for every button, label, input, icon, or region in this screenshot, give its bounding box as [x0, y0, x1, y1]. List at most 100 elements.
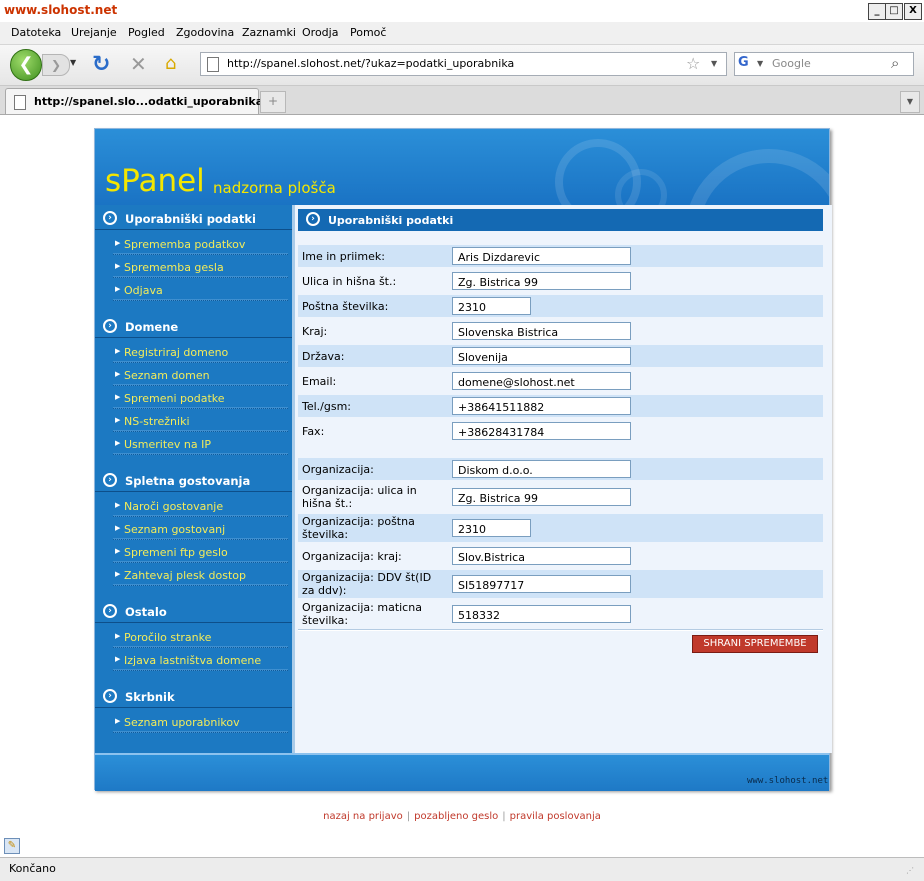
menu-item-urejanje[interactable]: Urejanje: [71, 26, 117, 39]
fax-input[interactable]: +38628431784: [452, 422, 631, 440]
field-label: Organizacija: DDV št(ID za ddv):: [302, 571, 432, 597]
minimize-button[interactable]: _: [868, 3, 886, 20]
sidebar-link-sprememba-podatkov[interactable]: ▶ Sprememba podatkov: [95, 233, 292, 255]
link-label[interactable]: Seznam domen: [124, 369, 210, 382]
form-row-organization: Organizacija: Diskom d.o.o.: [298, 458, 823, 480]
sidebar-link-seznam-domen[interactable]: ▶ Seznam domen: [95, 364, 292, 386]
bookmark-star-icon[interactable]: ☆: [686, 54, 700, 73]
link-label[interactable]: Spremeni ftp geslo: [124, 546, 228, 559]
sidebar-link-spremeni-podatke[interactable]: ▶ Spremeni podatke: [95, 387, 292, 409]
home-icon[interactable]: ⌂: [165, 53, 176, 74]
sidebar-link-naroci-gostovanje[interactable]: ▶ Naroči gostovanje: [95, 495, 292, 517]
link-forgot-password[interactable]: pozabljeno geslo: [414, 811, 498, 822]
close-window-button[interactable]: X: [904, 3, 922, 20]
new-tab-icon[interactable]: +: [260, 91, 286, 113]
link-label[interactable]: Odjava: [124, 284, 163, 297]
link-label[interactable]: Naroči gostovanje: [124, 500, 223, 513]
link-label[interactable]: Spremeni podatke: [124, 392, 225, 405]
city-input[interactable]: Slovenska Bistrica: [452, 322, 631, 340]
sidebar-link-seznam-uporabnikov[interactable]: ▶ Seznam uporabnikov: [95, 711, 292, 733]
link-label[interactable]: Sprememba gesla: [124, 261, 224, 274]
search-box[interactable]: G ▼ Google ⌕: [734, 52, 914, 76]
menu-item-pomoc[interactable]: Pomoč: [350, 26, 386, 39]
stop-icon[interactable]: ✕: [130, 52, 147, 76]
tab-list-icon[interactable]: ▼: [900, 91, 920, 113]
field-label: Organizacija: ulica in hišna št.:: [302, 484, 417, 510]
sidebar-link-spremeni-ftp-geslo[interactable]: ▶ Spremeni ftp geslo: [95, 541, 292, 563]
arrow-circle-icon: ›: [103, 319, 117, 333]
resize-grip-icon[interactable]: ⋰: [906, 866, 920, 878]
section-label: Ostalo: [125, 605, 167, 619]
menu-item-pogled[interactable]: Pogled: [128, 26, 165, 39]
history-dropdown-icon[interactable]: ▼: [70, 58, 76, 67]
sidebar-link-izjava-lastnistva-domene[interactable]: ▶ Izjava lastništva domene: [95, 649, 292, 671]
link-label[interactable]: NS-strežniki: [124, 415, 190, 428]
form-row-email: Email: domene@slohost.net: [298, 370, 823, 392]
sidebar-section-uporabniski-podatki: › Uporabniški podatki: [95, 208, 292, 230]
link-label[interactable]: Usmeritev na IP: [124, 438, 211, 451]
section-label: Skrbnik: [125, 690, 175, 704]
search-placeholder[interactable]: Google: [772, 57, 811, 70]
form-row-org-city: Organizacija: kraj: Slov.Bistrica: [298, 545, 823, 567]
panel-header: sPanel nadzorna plošča: [95, 129, 829, 205]
sidebar-link-usmeritev-na-ip[interactable]: ▶ Usmeritev na IP: [95, 433, 292, 455]
sidebar-link-seznam-gostovanj[interactable]: ▶ Seznam gostovanj: [95, 518, 292, 540]
link-label[interactable]: Registriraj domeno: [124, 346, 228, 359]
org-street-input[interactable]: Zg. Bistrica 99: [452, 488, 631, 506]
url-text[interactable]: http://spanel.slohost.net/?ukaz=podatki_…: [227, 57, 514, 70]
email-input[interactable]: domene@slohost.net: [452, 372, 631, 390]
phone-input[interactable]: +38641511882: [452, 397, 631, 415]
page-icon: [207, 57, 219, 72]
window-title: www.slohost.net: [4, 3, 118, 17]
form-row-name: Ime in priimek: Aris Dizdarevic: [298, 245, 823, 267]
menu-item-zgodovina[interactable]: Zgodovina: [176, 26, 234, 39]
search-engine-dropdown-icon[interactable]: ▼: [757, 59, 763, 68]
back-arrow-icon[interactable]: ❮: [10, 49, 42, 81]
postal-code-input[interactable]: 2310: [452, 297, 531, 315]
sidebar-link-zahtevaj-plesk-dostop[interactable]: ▶ Zahtevaj plesk dostop: [95, 564, 292, 586]
link-label[interactable]: Poročilo stranke: [124, 631, 211, 644]
sidebar-section-skrbnik: › Skrbnik: [95, 686, 292, 708]
url-dropdown-icon[interactable]: ▼: [711, 59, 717, 68]
sidebar-link-ns-strezniki[interactable]: ▶ NS-strežniki: [95, 410, 292, 432]
bullet-icon: ▶: [115, 393, 121, 401]
search-icon[interactable]: ⌕: [891, 54, 899, 72]
org-postal-code-input[interactable]: 2310: [452, 519, 531, 537]
link-label[interactable]: Zahtevaj plesk dostop: [124, 569, 246, 582]
address-bar[interactable]: http://spanel.slohost.net/?ukaz=podatki_…: [200, 52, 727, 76]
field-label: Organizacija: maticna številka:: [302, 601, 422, 627]
link-terms[interactable]: pravila poslovanja: [510, 811, 601, 822]
link-label[interactable]: Sprememba podatkov: [124, 238, 245, 251]
tab-active[interactable]: http://spanel.slo...odatki_uporabnika: [5, 88, 263, 114]
link-back-to-login[interactable]: nazaj na prijavo: [323, 811, 403, 822]
sidebar-link-sprememba-gesla[interactable]: ▶ Sprememba gesla: [95, 256, 292, 278]
menu-item-orodja[interactable]: Orodja: [302, 26, 338, 39]
link-label[interactable]: Seznam gostovanj: [124, 523, 225, 536]
organization-input[interactable]: Diskom d.o.o.: [452, 460, 631, 478]
org-registration-number-input[interactable]: 518332: [452, 605, 631, 623]
name-input[interactable]: Aris Dizdarevic: [452, 247, 631, 265]
decorative-circle: [685, 149, 829, 205]
sidebar-link-odjava[interactable]: ▶ Odjava: [95, 279, 292, 301]
country-input[interactable]: Slovenija: [452, 347, 631, 365]
sidebar-link-porocilo-stranke[interactable]: ▶ Poročilo stranke: [95, 626, 292, 648]
save-changes-button[interactable]: SHRANI SPREMEMBE: [692, 635, 818, 653]
link-label[interactable]: Izjava lastništva domene: [124, 654, 261, 667]
sidebar-section-ostalo: › Ostalo: [95, 601, 292, 623]
street-input[interactable]: Zg. Bistrica 99: [452, 272, 631, 290]
org-city-input[interactable]: Slov.Bistrica: [452, 547, 631, 565]
link-label[interactable]: Seznam uporabnikov: [124, 716, 240, 729]
bullet-icon: ▶: [115, 632, 121, 640]
forward-arrow-icon[interactable]: ❯: [42, 54, 70, 76]
google-icon[interactable]: G: [738, 55, 754, 71]
sidebar-link-registriraj-domeno[interactable]: ▶ Registriraj domeno: [95, 341, 292, 363]
menu-item-zaznamki[interactable]: Zaznamki: [242, 26, 296, 39]
status-text: Končano: [9, 862, 56, 875]
maximize-button[interactable]: □: [885, 3, 903, 20]
org-vat-input[interactable]: SI51897717: [452, 575, 631, 593]
form-row-fax: Fax: +38628431784: [298, 420, 823, 442]
menu-item-datoteka[interactable]: Datoteka: [11, 26, 61, 39]
field-label: Organizacija:: [302, 463, 374, 476]
reload-icon[interactable]: ↻: [92, 52, 110, 77]
pencil-icon[interactable]: ✎: [4, 838, 20, 854]
